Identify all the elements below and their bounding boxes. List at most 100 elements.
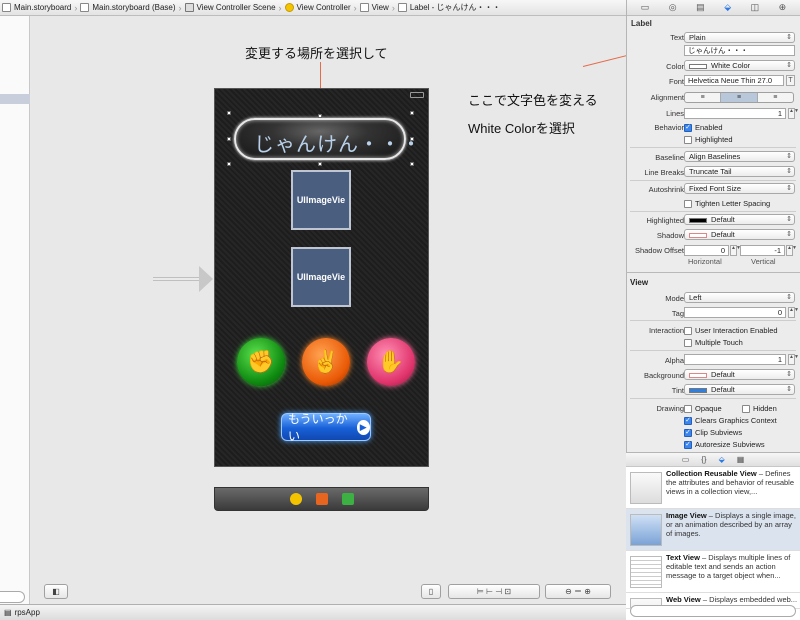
mode-popup[interactable]: Left — [684, 292, 795, 303]
tint-color-popup[interactable]: Default — [684, 384, 795, 395]
outline-selection[interactable] — [0, 94, 30, 104]
tag-field[interactable]: 0 — [684, 307, 786, 318]
clip-subviews-checkbox[interactable]: ✓ Clip Subviews — [684, 427, 742, 438]
align-center-icon[interactable]: ≡ — [721, 93, 758, 102]
scene-icon — [184, 3, 194, 12]
code-snippet-icon[interactable]: {} — [701, 455, 706, 464]
simulated-metrics-button[interactable]: ▯ — [421, 584, 441, 599]
color-swatch — [689, 232, 707, 238]
breadcrumb-item-main-storyboard-base[interactable]: Main.storyboard (Base) — [78, 3, 177, 12]
breadcrumb-item-label[interactable]: Label - じゃんけん・・・ — [396, 2, 503, 13]
align-left-icon[interactable]: ≡ — [685, 93, 722, 102]
highlighted-color-label: Highlighted — [646, 216, 684, 225]
resize-handle[interactable] — [318, 162, 322, 166]
janken-label[interactable]: じゃんけん・・・ — [254, 128, 422, 157]
enabled-checkbox[interactable]: ✓ Enabled — [684, 122, 723, 133]
alignment-label: Alignment — [650, 93, 684, 102]
breadcrumb-item-view-controller[interactable]: View Controller — [283, 3, 353, 12]
scene-dock — [214, 487, 429, 511]
linebreaks-popup[interactable]: Truncate Tail — [684, 166, 795, 177]
breadcrumb-item-main-storyboard[interactable]: Main.storyboard — [0, 3, 73, 12]
alpha-field[interactable]: 1 — [684, 354, 786, 365]
image-view-player[interactable]: UIImageVie — [291, 247, 351, 307]
baseline-label: Baseline — [655, 153, 684, 162]
view-icon — [359, 3, 369, 12]
layout-buttons[interactable]: ⊨ ⊢ ⊣ ⊡ — [448, 584, 540, 599]
autoresize-subviews-checkbox[interactable]: ✓ Autoresize Subviews — [684, 439, 765, 450]
divider — [630, 320, 796, 321]
color-swatch — [689, 63, 707, 69]
outline-filter[interactable] — [0, 591, 25, 603]
resize-handle[interactable] — [410, 162, 414, 166]
size-inspector-icon[interactable]: ◫ — [751, 2, 760, 13]
font-field[interactable]: Helvetica Neue Thin 27.0 — [684, 75, 784, 86]
image-view-cpu[interactable]: UIImageVie — [291, 170, 351, 230]
shadow-color-popup[interactable]: Default — [684, 229, 795, 240]
text-color-popup[interactable]: White Color — [684, 60, 795, 71]
quick-help-icon[interactable]: ◎ — [669, 2, 677, 13]
library-filter-field[interactable] — [630, 605, 796, 617]
connections-inspector-icon[interactable]: ⊕ — [779, 2, 787, 13]
label-text-field[interactable]: じゃんけん・・・ — [684, 45, 795, 56]
highlighted-checkbox[interactable]: Highlighted — [684, 134, 733, 145]
first-responder-icon[interactable] — [315, 493, 328, 505]
identity-inspector-icon[interactable]: ▤ — [696, 2, 705, 13]
shadow-offset-label: Shadow Offset — [634, 246, 684, 255]
library-item[interactable]: Text View – Displays multiple lines of e… — [626, 551, 800, 593]
font-picker-icon[interactable]: T — [786, 75, 795, 86]
lines-field[interactable]: 1 — [684, 108, 786, 119]
tag-stepper[interactable]: ▲▼ — [788, 307, 799, 318]
resize-handle[interactable] — [227, 111, 231, 115]
outline-toggle-button[interactable]: ◧ — [44, 584, 68, 599]
breadcrumb-item-view[interactable]: View — [358, 3, 391, 12]
zoom-buttons[interactable]: ⊖ ＝ ⊕ — [545, 584, 611, 599]
exit-icon[interactable] — [341, 493, 354, 505]
alignment-segmented-control[interactable]: ≡ ≡ ≡ — [684, 92, 794, 103]
image-view-icon — [630, 514, 662, 546]
paper-hand-button[interactable]: ✋ — [367, 338, 415, 386]
library-item[interactable]: Collection Reusable View – Defines the a… — [626, 467, 800, 509]
object-library-icon[interactable]: ⬙ — [719, 455, 725, 464]
color-swatch — [689, 372, 707, 378]
breadcrumb-item-scene[interactable]: View Controller Scene — [183, 3, 278, 12]
autoshrink-popup[interactable]: Fixed Font Size — [684, 183, 795, 194]
text-type-popup[interactable]: Plain — [684, 32, 795, 43]
file-inspector-icon[interactable]: ▭ — [641, 2, 650, 13]
resize-handle[interactable] — [410, 111, 414, 115]
hidden-checkbox[interactable]: Hidden — [742, 403, 777, 414]
library-tabs: ▭ {} ⬙ ▦ — [626, 453, 800, 467]
resize-handle[interactable] — [227, 137, 231, 141]
project-icon: ▤ — [4, 608, 12, 617]
clears-graphics-context-checkbox[interactable]: ✓ Clears Graphics Context — [684, 415, 777, 426]
align-right-icon[interactable]: ≡ — [758, 93, 793, 102]
shadow-offset-v-field[interactable]: -1 — [740, 245, 785, 256]
annotation-select-place: 変更する場所を選択して — [245, 46, 388, 61]
opaque-checkbox[interactable]: Opaque — [684, 403, 722, 414]
user-interaction-checkbox[interactable]: User Interaction Enabled — [684, 325, 778, 336]
attributes-inspector-icon[interactable]: ⬙ — [724, 2, 731, 13]
shadow-v-stepper[interactable]: ▲▼ — [786, 245, 797, 256]
alpha-stepper[interactable]: ▲▼ — [788, 354, 799, 365]
lines-stepper[interactable]: ▲▼ — [788, 108, 799, 119]
background-color-popup[interactable]: Default — [684, 369, 795, 380]
fist-icon: ✊ — [247, 349, 275, 374]
baseline-popup[interactable]: Align Baselines — [684, 151, 795, 162]
shadow-h-stepper[interactable]: ▲▼ — [730, 245, 741, 256]
play-again-button[interactable]: もういっかい ▶ — [281, 412, 371, 443]
library-item[interactable]: Image View – Displays a single image, or… — [626, 509, 800, 551]
highlighted-color-popup[interactable]: Default — [684, 214, 795, 225]
resize-handle[interactable] — [318, 114, 322, 118]
color-label: Color — [666, 62, 684, 71]
resize-handle[interactable] — [227, 162, 231, 166]
shadow-offset-h-field[interactable]: 0 — [684, 245, 729, 256]
tighten-letter-spacing-checkbox[interactable]: Tighten Letter Spacing — [684, 198, 770, 209]
view-controller-icon[interactable] — [289, 493, 302, 505]
resize-handle[interactable] — [410, 137, 414, 141]
rock-hand-button[interactable]: ✊ — [237, 338, 285, 386]
text-view-icon — [630, 556, 662, 588]
scissors-hand-button[interactable]: ✌ — [302, 338, 350, 386]
multiple-touch-checkbox[interactable]: Multiple Touch — [684, 337, 743, 348]
tint-label: Tint — [671, 386, 684, 395]
file-template-icon[interactable]: ▭ — [682, 455, 690, 464]
media-library-icon[interactable]: ▦ — [737, 455, 745, 464]
